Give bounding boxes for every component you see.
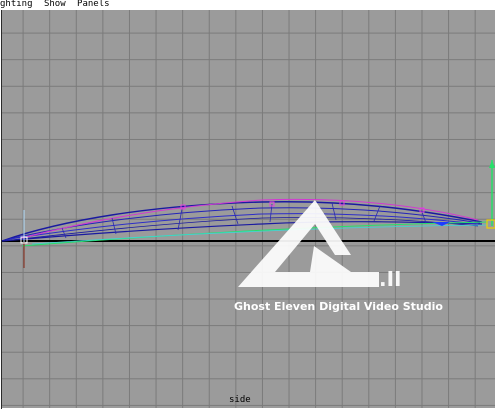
menu-show[interactable]: Show	[44, 0, 66, 9]
side-viewport[interactable]: .II Ghost Eleven Digital Video Studio si…	[2, 10, 495, 408]
watermark-badge: .II	[379, 267, 401, 291]
camera-label: side	[229, 395, 251, 405]
scene-geometry: .II	[2, 160, 495, 291]
menu-panels[interactable]: Panels	[77, 0, 110, 9]
watermark-text: Ghost Eleven Digital Video Studio	[234, 300, 443, 313]
menu-lighting[interactable]: ghting	[0, 0, 33, 9]
leaf-ribs	[61, 202, 427, 239]
menu-bar: ghting Show Panels	[0, 0, 496, 10]
move-manipulator-icon	[486, 160, 495, 229]
